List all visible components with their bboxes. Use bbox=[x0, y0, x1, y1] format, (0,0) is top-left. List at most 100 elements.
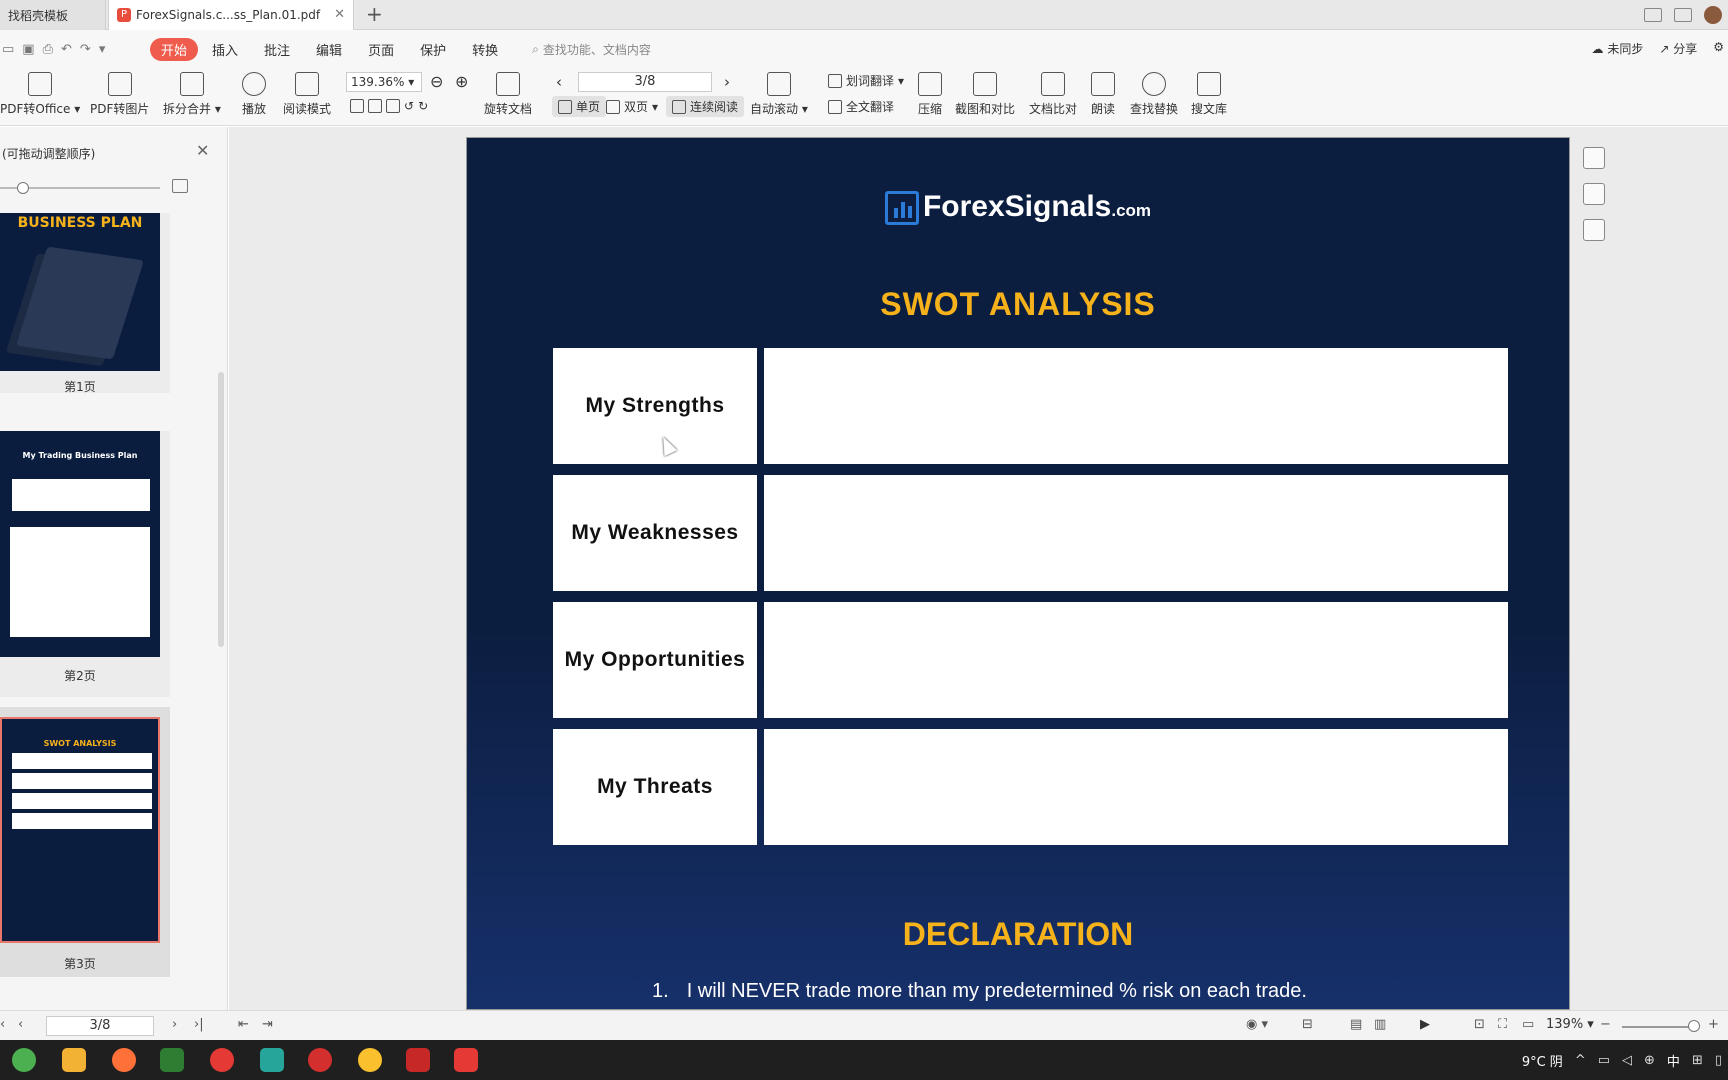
rotate-left-icon[interactable]: ↺ bbox=[404, 99, 414, 113]
forward-icon[interactable]: ⇥ bbox=[262, 1017, 273, 1032]
read-aloud-button[interactable]: 朗读 bbox=[1091, 72, 1115, 117]
layout-icon[interactable] bbox=[1644, 8, 1662, 22]
feature-search[interactable]: ⌕ 查找功能、文档内容 bbox=[532, 41, 651, 58]
pdf-to-office-button[interactable]: PDF转Office ▾ bbox=[0, 72, 80, 117]
zoom-select[interactable]: 139.36% ▾ bbox=[346, 72, 422, 92]
double-view-icon[interactable]: ▥ bbox=[1374, 1017, 1386, 1032]
thumbnail-page-2[interactable]: My Trading Business Plan 第2页 bbox=[0, 431, 170, 697]
tab-template-store[interactable]: 找稻壳模板 bbox=[0, 0, 106, 30]
chevron-up-icon[interactable]: ^ bbox=[1575, 1053, 1586, 1068]
zoom-in-icon[interactable]: ⊕ bbox=[455, 72, 468, 91]
menu-insert[interactable]: 插入 bbox=[200, 37, 250, 62]
spreadsheet-app-icon[interactable] bbox=[160, 1048, 184, 1072]
search-input[interactable]: 查找功能、文档内容 bbox=[543, 41, 651, 58]
compress-button[interactable]: 压缩 bbox=[918, 72, 942, 117]
split-merge-button[interactable]: 拆分合并 ▾ bbox=[163, 72, 221, 117]
ime-indicator[interactable]: 中 bbox=[1667, 1051, 1680, 1070]
prev-page-icon[interactable]: ‹ bbox=[18, 1017, 23, 1032]
zoom-in-icon[interactable]: + bbox=[1708, 1017, 1719, 1032]
chrome-icon[interactable] bbox=[358, 1048, 382, 1072]
pdf-to-image-button[interactable]: PDF转图片 bbox=[90, 72, 149, 117]
close-icon[interactable]: ✕ bbox=[196, 141, 209, 160]
zoom-icon[interactable] bbox=[1583, 183, 1605, 205]
page-width-icon[interactable]: ⊟ bbox=[1302, 1017, 1313, 1032]
firefox-icon[interactable] bbox=[112, 1048, 136, 1072]
single-page-button[interactable]: 单页 bbox=[552, 96, 607, 117]
new-tab-button[interactable]: + bbox=[366, 3, 383, 25]
menu-edit[interactable]: 编辑 bbox=[304, 37, 354, 62]
menu-convert[interactable]: 转换 bbox=[460, 37, 510, 62]
volume-icon[interactable]: ◁ bbox=[1622, 1053, 1632, 1068]
auto-scroll-button[interactable]: 自动滚动 ▾ bbox=[750, 72, 808, 117]
read-mode-button[interactable]: 阅读模式 bbox=[283, 72, 331, 117]
close-tab-icon[interactable]: ✕ bbox=[334, 7, 345, 22]
fit-page-icon[interactable]: ⛶ bbox=[1498, 1017, 1507, 1032]
weather-widget[interactable]: 9°C 阴 bbox=[1522, 1051, 1563, 1070]
menu-protect[interactable]: 保护 bbox=[408, 37, 458, 62]
rotate-doc-button[interactable]: 旋转文档 bbox=[484, 72, 532, 117]
screenshot-compare-button[interactable]: 截图和对比 bbox=[955, 72, 1015, 117]
next-page-icon[interactable]: › bbox=[172, 1017, 177, 1032]
next-page-icon[interactable]: › bbox=[724, 73, 730, 91]
save-icon[interactable]: ▣ bbox=[22, 42, 34, 57]
fit-icon[interactable] bbox=[1583, 147, 1605, 169]
last-page-icon[interactable]: ›| bbox=[194, 1017, 204, 1032]
thumbnail-page-1[interactable]: BUSINESS PLAN 第1页 bbox=[0, 213, 170, 394]
weaknesses-field[interactable] bbox=[764, 475, 1508, 591]
play-button[interactable]: 播放 bbox=[242, 72, 266, 117]
image-icon[interactable] bbox=[172, 179, 188, 193]
actual-size-icon[interactable] bbox=[350, 99, 364, 113]
status-page-input[interactable]: 3/8 bbox=[46, 1016, 154, 1036]
notification-icon[interactable]: ▯ bbox=[1715, 1053, 1722, 1068]
share-button[interactable]: ↗ 分享 bbox=[1659, 40, 1697, 57]
zoom-slider-handle[interactable] bbox=[1688, 1020, 1700, 1032]
word-translate-button[interactable]: 划词翻译 ▾ bbox=[828, 72, 904, 89]
dropdown-icon[interactable]: ▾ bbox=[99, 42, 106, 57]
recorder-icon[interactable] bbox=[406, 1048, 430, 1072]
eye-protect-icon[interactable]: ◉ ▾ bbox=[1246, 1017, 1268, 1032]
music-app-icon[interactable] bbox=[308, 1048, 332, 1072]
opportunities-field[interactable] bbox=[764, 602, 1508, 718]
print-icon[interactable] bbox=[1583, 219, 1605, 241]
search-library-button[interactable]: 搜文库 bbox=[1191, 72, 1227, 117]
page-number-input[interactable]: 3/8 bbox=[578, 72, 712, 92]
rotate-right-icon[interactable]: ↻ bbox=[418, 99, 428, 113]
menu-home[interactable]: 开始 bbox=[150, 37, 199, 61]
full-translate-button[interactable]: 全文翻译 bbox=[828, 98, 894, 115]
redo-icon[interactable]: ↷ bbox=[80, 42, 91, 57]
tab-pdf-document[interactable]: P ForexSignals.c...ss_Plan.01.pdf ✕ bbox=[108, 0, 354, 30]
fit-page-icon[interactable] bbox=[368, 99, 382, 113]
slider-handle[interactable] bbox=[17, 182, 29, 194]
grid-icon[interactable] bbox=[1674, 8, 1692, 22]
double-page-button[interactable]: 双页 ▾ bbox=[606, 98, 658, 115]
file-explorer-icon[interactable] bbox=[62, 1048, 86, 1072]
wps-icon[interactable] bbox=[454, 1048, 478, 1072]
avatar[interactable] bbox=[1704, 6, 1722, 24]
thumbnail-page-3[interactable]: SWOT ANALYSIS 第3页 bbox=[0, 707, 170, 977]
grammarly-icon[interactable] bbox=[260, 1048, 284, 1072]
actual-size-icon[interactable]: ⊡ bbox=[1474, 1017, 1485, 1032]
zoom-level[interactable]: 139% ▾ bbox=[1546, 1017, 1594, 1032]
chrome-app-icon[interactable] bbox=[12, 1048, 36, 1072]
fit-width-icon[interactable] bbox=[386, 99, 400, 113]
first-page-icon[interactable]: ‹ bbox=[0, 1017, 5, 1032]
back-icon[interactable]: ⇤ bbox=[238, 1017, 249, 1032]
continuous-read-button[interactable]: 连续阅读 bbox=[666, 96, 745, 117]
settings-icon[interactable]: ⚙ bbox=[1713, 40, 1724, 57]
find-replace-button[interactable]: 查找替换 bbox=[1130, 72, 1178, 117]
thumbnail-size-slider[interactable] bbox=[0, 182, 160, 194]
zoom-slider[interactable] bbox=[1622, 1026, 1698, 1028]
battery-icon[interactable]: ▭ bbox=[1598, 1053, 1610, 1068]
doc-compare-button[interactable]: 文档比对 bbox=[1029, 72, 1077, 117]
open-icon[interactable]: ▭ bbox=[2, 42, 14, 57]
play-icon[interactable]: ▶ bbox=[1420, 1017, 1430, 1032]
ime-mode-icon[interactable]: ⊞ bbox=[1692, 1053, 1703, 1068]
zoom-out-icon[interactable]: ⊖ bbox=[430, 72, 443, 91]
undo-icon[interactable]: ↶ bbox=[61, 42, 72, 57]
opera-icon[interactable] bbox=[210, 1048, 234, 1072]
threats-field[interactable] bbox=[764, 729, 1508, 845]
network-icon[interactable]: ⊕ bbox=[1644, 1053, 1655, 1068]
menu-page[interactable]: 页面 bbox=[356, 37, 406, 62]
sidebar-scrollbar[interactable] bbox=[218, 372, 224, 647]
prev-page-icon[interactable]: ‹ bbox=[556, 73, 562, 91]
